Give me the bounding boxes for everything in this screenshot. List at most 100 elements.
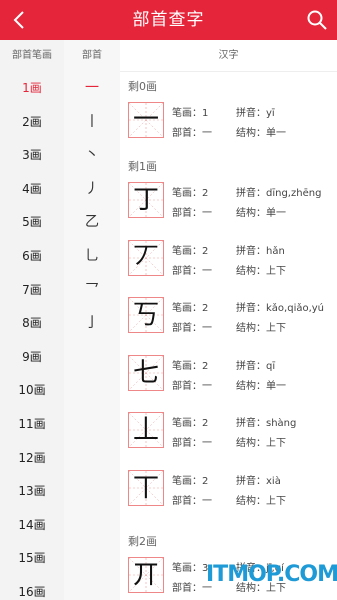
pinyin-label: 拼音： xyxy=(236,188,266,199)
structure-value: 单一 xyxy=(266,128,286,139)
radical-info: 部首：一 xyxy=(172,262,212,277)
character-grid: 丄 xyxy=(128,412,164,448)
pinyin-value: shàng xyxy=(266,418,297,429)
pinyin-value: hǎn xyxy=(266,245,285,257)
pinyin-value: dīng,zhēng xyxy=(266,188,322,199)
watermark: ITMOP.COM xyxy=(206,562,337,587)
strokes-value: 2 xyxy=(202,360,209,372)
pinyin-label: 拼音： xyxy=(236,360,266,372)
character-grid: 丁 xyxy=(128,182,164,218)
radical-value: 一 xyxy=(202,323,212,334)
radical-value: 一 xyxy=(202,495,212,507)
radical-list: 一丨丶丿乙乚乛亅 xyxy=(64,72,120,600)
strokes-label: 笔画： xyxy=(172,188,202,199)
character-row[interactable]: 丆笔画：2 拼音：hǎn 部首：一 结构：上下 xyxy=(120,239,337,298)
pinyin-info: 拼音：qī xyxy=(236,357,275,372)
radical-value: 一 xyxy=(202,265,212,277)
pinyin-info: 拼音：shàng xyxy=(236,414,296,429)
strokes-value: 1 xyxy=(202,108,209,119)
stroke-count-item[interactable]: 10画 xyxy=(0,374,64,408)
character-row[interactable]: 丂笔画：2 拼音：kǎo,qiǎo,yú 部首：一 结构：上下 xyxy=(120,297,337,355)
character-row[interactable]: 丁笔画：2 拼音：dīng,zhēng 部首：一 结构：单一 xyxy=(120,182,337,240)
pinyin-label: 拼音： xyxy=(236,475,266,487)
radical-item[interactable]: 丨 xyxy=(64,106,120,140)
character-glyph: 丆 xyxy=(132,242,159,273)
stroke-count-item[interactable]: 8画 xyxy=(0,307,64,341)
structure-label: 结构： xyxy=(236,265,266,277)
radical-item[interactable]: 乚 xyxy=(64,240,120,274)
character-grid: 丂 xyxy=(128,297,164,333)
stroke-count-item[interactable]: 5画 xyxy=(0,206,64,240)
radical-label: 部首： xyxy=(172,380,202,392)
strokes-value: 2 xyxy=(202,303,209,314)
stroke-count-info: 笔画：2 xyxy=(172,242,208,257)
strokes-label: 笔画： xyxy=(172,360,202,372)
radical-label: 部首： xyxy=(172,208,202,219)
app-header: 部首查字 xyxy=(0,0,337,40)
stroke-count-item[interactable]: 9画 xyxy=(0,341,64,375)
structure-value: 单一 xyxy=(266,208,286,219)
radical-label: 部首： xyxy=(172,128,202,139)
strokes-column-header: 部首笔画 xyxy=(0,40,64,72)
stroke-count-item[interactable]: 16画 xyxy=(0,576,64,600)
search-icon[interactable] xyxy=(305,8,329,32)
pinyin-value: xià xyxy=(266,475,281,487)
character-grid: 丌 xyxy=(128,557,164,593)
character-list: 剩0画一笔画：1 拼音：yī 部首：一 结构：单一 剩1画丁笔画：2 拼音：dīng,zh… xyxy=(120,72,337,600)
character-grid: 丆 xyxy=(128,239,164,276)
stroke-count-item[interactable]: 7画 xyxy=(0,274,64,308)
pinyin-info: 拼音：kǎo,qiǎo,yú xyxy=(236,299,324,314)
stroke-count-item[interactable]: 4画 xyxy=(0,173,64,207)
chars-column-header: 汉字 xyxy=(120,40,337,72)
section-title: 剩0画 xyxy=(128,80,157,93)
stroke-count-item[interactable]: 6画 xyxy=(0,240,64,274)
radical-info: 部首：一 xyxy=(172,319,212,334)
pinyin-info: 拼音：hǎn xyxy=(236,242,285,257)
radical-item[interactable]: 亅 xyxy=(64,307,120,341)
radical-info: 部首：一 xyxy=(172,492,212,507)
section-title: 剩1画 xyxy=(128,160,157,173)
radical-label: 部首： xyxy=(172,265,202,277)
character-row[interactable]: 丅笔画：2 拼音：xià 部首：一 结构：上下 xyxy=(120,469,337,528)
strokes-label: 笔画： xyxy=(172,475,202,487)
radical-info: 部首：一 xyxy=(172,204,212,219)
radical-item[interactable]: 一 xyxy=(64,72,120,106)
character-glyph: 一 xyxy=(132,105,159,135)
stroke-count-item[interactable]: 11画 xyxy=(0,408,64,442)
radical-value: 一 xyxy=(202,380,212,392)
stroke-count-item[interactable]: 15画 xyxy=(0,542,64,576)
stroke-count-info: 笔画：2 xyxy=(172,357,208,372)
page-title: 部首查字 xyxy=(132,10,205,30)
stroke-count-item[interactable]: 14画 xyxy=(0,509,64,543)
character-row[interactable]: 一笔画：1 拼音：yī 部首：一 结构：单一 xyxy=(120,102,337,152)
pinyin-value: qī xyxy=(266,360,276,372)
stroke-count-info: 笔画：2 xyxy=(172,184,208,199)
radical-item[interactable]: 丶 xyxy=(64,139,120,173)
stroke-count-item[interactable]: 12画 xyxy=(0,442,64,476)
radical-info: 部首：一 xyxy=(172,434,212,449)
strokes-label: 笔画： xyxy=(172,108,202,119)
structure-label: 结构： xyxy=(236,438,266,449)
pinyin-label: 拼音： xyxy=(236,303,266,314)
stroke-count-item[interactable]: 1画 xyxy=(0,72,64,106)
structure-value: 单一 xyxy=(266,380,286,392)
pinyin-label: 拼音： xyxy=(236,245,266,257)
structure-label: 结构： xyxy=(236,380,266,392)
stroke-count-item[interactable]: 3画 xyxy=(0,139,64,173)
pinyin-info: 拼音：dīng,zhēng xyxy=(236,184,321,199)
structure-label: 结构： xyxy=(236,128,266,139)
stroke-count-item[interactable]: 13画 xyxy=(0,475,64,509)
pinyin-label: 拼音： xyxy=(236,108,266,119)
structure-info: 结构：单一 xyxy=(236,377,286,392)
stroke-count-list: 1画 2画 3画 4画 5画 6画 7画 8画 9画 10画 11画 12画 13画 14画 15画 16画 xyxy=(0,72,64,600)
character-row[interactable]: 丄笔画：2 拼音：shàng 部首：一 结构：上下 xyxy=(120,412,337,470)
structure-info: 结构：单一 xyxy=(236,204,286,219)
radical-item[interactable]: 乛 xyxy=(64,274,120,308)
radical-value: 一 xyxy=(202,208,212,219)
strokes-label: 笔画： xyxy=(172,303,202,314)
character-glyph: 丅 xyxy=(132,472,159,503)
radical-item[interactable]: 丿 xyxy=(64,173,120,207)
stroke-count-item[interactable]: 2画 xyxy=(0,106,64,140)
radical-item[interactable]: 乙 xyxy=(64,206,120,240)
character-row[interactable]: 七笔画：2 拼音：qī 部首：一 结构：单一 xyxy=(120,354,337,413)
